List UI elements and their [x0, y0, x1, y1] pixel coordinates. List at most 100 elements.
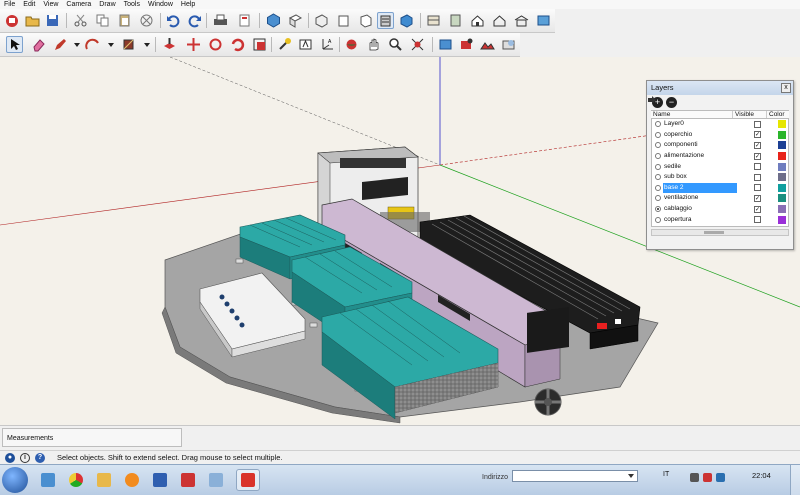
scrollbar-thumb[interactable] — [704, 231, 724, 234]
layer-name[interactable]: ventilazione — [663, 193, 737, 203]
info-icon[interactable]: i — [20, 452, 30, 463]
details-arrow-icon[interactable] — [647, 95, 657, 105]
back-view-icon[interactable] — [357, 12, 374, 29]
active-layer-radio[interactable] — [655, 184, 661, 191]
active-layer-radio[interactable] — [655, 216, 661, 223]
layer-color-swatch[interactable] — [778, 162, 786, 171]
layer-row[interactable]: copertura — [652, 214, 788, 225]
right-view-icon[interactable] — [335, 12, 352, 29]
getting-started-icon[interactable] — [4, 12, 21, 29]
active-layer-radio[interactable] — [655, 153, 661, 160]
model-viewport[interactable]: Layers x + − Name Visible Color Layer0 co… — [0, 57, 800, 425]
text-icon[interactable] — [297, 36, 314, 53]
layer-color-swatch[interactable] — [778, 173, 786, 182]
layers-horizontal-scrollbar[interactable] — [651, 229, 789, 236]
eraser-icon[interactable] — [30, 36, 47, 53]
top-view-icon[interactable] — [287, 12, 304, 29]
wireframe-icon[interactable] — [425, 12, 442, 29]
app-icon[interactable] — [148, 469, 172, 491]
hidden-line-icon[interactable] — [447, 12, 464, 29]
add-location-icon[interactable] — [458, 36, 475, 53]
select-icon[interactable] — [6, 36, 23, 53]
chrome-icon[interactable] — [64, 469, 88, 491]
menu-help[interactable]: Help — [177, 0, 199, 9]
windows-explorer-icon[interactable] — [36, 469, 60, 491]
pencil-icon[interactable] — [52, 36, 69, 53]
layer-name[interactable]: alimentazione — [663, 151, 737, 161]
active-layer-radio[interactable] — [655, 121, 661, 128]
file-manager-icon[interactable] — [204, 469, 228, 491]
offset-icon[interactable] — [251, 36, 268, 53]
layer-name[interactable]: cablaggio — [663, 204, 737, 214]
layer-row[interactable]: cablaggio ✓ — [652, 204, 788, 215]
clock[interactable]: 22:04 — [752, 471, 771, 480]
layer-visible-checkbox[interactable]: ✓ — [754, 205, 761, 213]
menu-edit[interactable]: Edit — [19, 0, 39, 9]
undo-icon[interactable] — [165, 12, 182, 29]
warehouse-icon[interactable] — [513, 12, 530, 29]
menu-camera[interactable]: Camera — [62, 0, 95, 9]
flag-icon[interactable] — [703, 473, 712, 482]
sketchup-icon[interactable] — [176, 469, 200, 491]
menu-draw[interactable]: Draw — [95, 0, 119, 9]
save-icon[interactable] — [44, 12, 61, 29]
active-layer-radio[interactable] — [655, 131, 661, 138]
active-layer-radio[interactable] — [655, 174, 661, 181]
photo-textures-icon[interactable] — [437, 36, 454, 53]
show-desktop-button[interactable] — [790, 465, 800, 495]
folder-icon[interactable] — [92, 469, 116, 491]
active-layer-radio[interactable] — [655, 206, 661, 213]
media-player-icon[interactable] — [120, 469, 144, 491]
cut-icon[interactable] — [72, 12, 89, 29]
layer-color-swatch[interactable] — [778, 215, 786, 224]
menu-tools[interactable]: Tools — [120, 0, 144, 9]
push-pull-icon[interactable] — [161, 36, 178, 53]
layer-color-swatch[interactable] — [778, 152, 786, 161]
arc-icon[interactable] — [84, 36, 101, 53]
layer-row[interactable]: alimentazione ✓ — [652, 151, 788, 162]
layer-visible-checkbox[interactable]: ✓ — [754, 141, 761, 149]
layer-name[interactable]: coperchio — [663, 130, 737, 140]
layer-name[interactable]: sub box — [663, 172, 737, 182]
scale-icon[interactable] — [229, 36, 246, 53]
layer-color-swatch[interactable] — [778, 194, 786, 203]
address-input[interactable] — [512, 470, 638, 482]
layer-visible-checkbox[interactable] — [754, 184, 761, 192]
active-layer-radio[interactable] — [655, 163, 661, 170]
shapes-dropdown-icon[interactable] — [144, 43, 150, 47]
print-icon[interactable] — [212, 12, 229, 29]
network-icon[interactable] — [690, 473, 699, 482]
layer-name[interactable]: base 2 — [663, 182, 737, 193]
tape-measure-icon[interactable] — [276, 36, 293, 53]
layer-color-swatch[interactable] — [778, 120, 786, 129]
zoom-icon[interactable] — [387, 36, 404, 53]
layer-row[interactable]: componenti ✓ — [652, 140, 788, 151]
layer-visible-checkbox[interactable] — [754, 173, 761, 181]
layer-name[interactable]: Layer0 — [663, 119, 737, 129]
open-icon[interactable] — [24, 12, 41, 29]
model-info-icon[interactable] — [236, 12, 253, 29]
layer-color-swatch[interactable] — [778, 183, 786, 192]
layer-row[interactable]: base 2 — [652, 182, 788, 194]
zoom-extents-icon[interactable] — [409, 36, 426, 53]
paste-icon[interactable] — [116, 12, 133, 29]
arc-dropdown-icon[interactable] — [108, 43, 114, 47]
help-icon[interactable]: ? — [35, 452, 45, 463]
delete-layer-icon[interactable]: − — [666, 97, 677, 108]
menu-file[interactable]: File — [0, 0, 19, 9]
preview-google-earth-icon[interactable] — [500, 36, 517, 53]
layer-visible-checkbox[interactable]: ✓ — [754, 194, 761, 202]
toggle-terrain-icon[interactable] — [479, 36, 496, 53]
xray-icon[interactable] — [398, 12, 415, 29]
pan-icon[interactable] — [365, 36, 382, 53]
volume-icon[interactable] — [716, 473, 725, 482]
active-layer-radio[interactable] — [655, 195, 661, 202]
address-dropdown-icon[interactable] — [628, 474, 634, 478]
language-indicator[interactable]: IT — [663, 471, 669, 478]
menu-view[interactable]: View — [39, 0, 62, 9]
name-column-header[interactable]: Name — [651, 111, 733, 118]
front-view-icon[interactable] — [313, 12, 330, 29]
start-button-icon[interactable] — [2, 467, 28, 493]
pencil-dropdown-icon[interactable] — [74, 43, 80, 47]
share-icon[interactable] — [535, 12, 552, 29]
